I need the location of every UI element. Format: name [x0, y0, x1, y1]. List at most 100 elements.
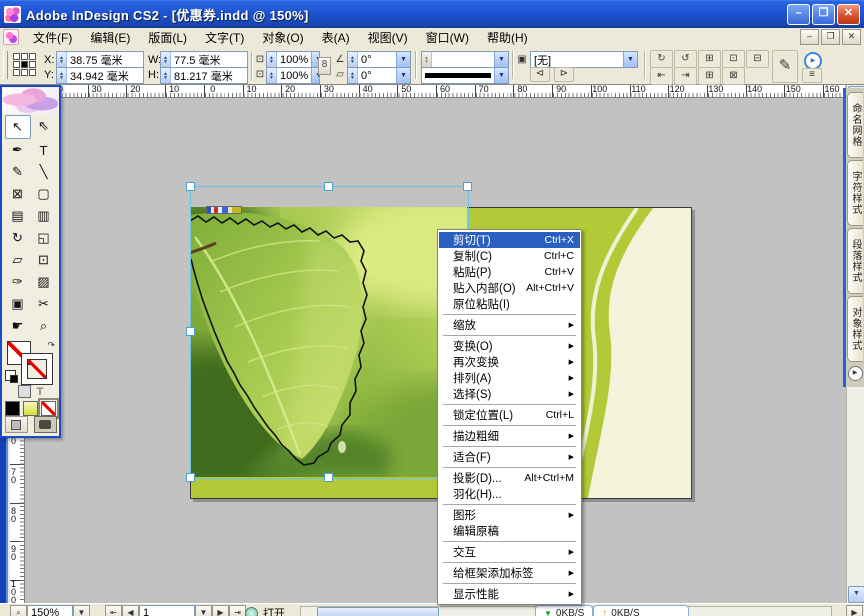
context-menu-item[interactable]: 交互▶ — [439, 544, 580, 560]
last-page-button[interactable]: ⇥ — [229, 605, 246, 616]
x-spinner[interactable]: ▲▼ — [57, 52, 67, 67]
x-field[interactable]: ▲▼38.75 毫米 — [56, 51, 144, 68]
context-menu-item[interactable]: 给框架添加标签▶ — [439, 565, 580, 581]
pen-tool-icon[interactable]: ✒ — [5, 139, 31, 161]
scroll-down-arrow[interactable]: ▼ — [848, 586, 864, 603]
apply-none-button[interactable] — [41, 401, 56, 416]
first-page-button[interactable]: ⇤ — [105, 605, 122, 616]
shear-tool-icon[interactable]: ▱ — [5, 249, 31, 271]
context-menu-item[interactable]: 图形▶ — [439, 507, 580, 523]
context-menu-item[interactable]: 变换(O)▶ — [439, 338, 580, 354]
rotation-field[interactable]: ▲▼0°▼ — [347, 51, 411, 68]
free-transform-tool-icon[interactable]: ⊡ — [31, 249, 57, 271]
transform-again-button[interactable]: ↻ — [650, 50, 673, 68]
doc-restore-button[interactable]: ❐ — [821, 29, 840, 45]
center-content-button[interactable]: ⊟ — [746, 50, 769, 68]
context-menu-item[interactable]: 粘贴(P)Ctrl+V — [439, 264, 580, 280]
frame-tool-icon[interactable]: ⊠ — [5, 183, 31, 205]
dock-tab[interactable]: 命名网格 — [847, 92, 863, 158]
dock-tab[interactable]: 对象样式 — [847, 296, 863, 362]
palette-menu-button[interactable]: ≡ — [802, 68, 822, 83]
eyedropper-tool-icon[interactable]: ✑ — [5, 271, 31, 293]
context-menu-item[interactable]: 投影(D)...Alt+Ctrl+M — [439, 470, 580, 486]
stroke-type-field[interactable]: ▼ — [421, 67, 509, 84]
stroke-weight-field[interactable]: ▲▼▼ — [421, 51, 509, 68]
palette-grip[interactable] — [3, 51, 8, 79]
constrain-proportions-link-icon[interactable]: 8 — [318, 57, 331, 75]
h-field[interactable]: ▲▼81.217 毫米 — [160, 67, 248, 84]
transform-sequence-button[interactable]: ↺ — [674, 50, 697, 68]
dock-tab[interactable]: 字符样式 — [847, 160, 863, 226]
hand-tool-icon[interactable]: ☛ — [5, 315, 31, 337]
context-menu-item[interactable]: 编辑原稿 — [439, 523, 580, 539]
h-spinner[interactable]: ▲▼ — [161, 68, 171, 83]
pencil-tool-icon[interactable]: ✎ — [5, 161, 31, 183]
rectangle-tool-icon[interactable]: ▢ — [31, 183, 57, 205]
horizontal-ruler[interactable]: 4030201001020304050607080901001101201301… — [24, 84, 845, 98]
distribute-button[interactable]: ⇥ — [674, 67, 697, 85]
dock-tab[interactable]: 段落样式 — [847, 228, 863, 294]
context-menu-item[interactable]: 描边粗细▶ — [439, 428, 580, 444]
formatting-affects-container-button[interactable] — [18, 385, 31, 398]
button-tool-icon[interactable]: ▣ — [5, 293, 31, 315]
scale-x-field[interactable]: ▲▼100%▼ — [266, 51, 320, 68]
formatting-affects-text-button[interactable]: T — [37, 386, 44, 398]
context-menu-item[interactable]: 贴入内部(O)Alt+Ctrl+V — [439, 280, 580, 296]
direct-selection-tool-icon[interactable]: ⇖ — [31, 115, 57, 137]
context-menu-item[interactable]: 显示性能▶ — [439, 586, 580, 602]
w-spinner[interactable]: ▲▼ — [161, 52, 171, 67]
menubar-item[interactable]: 版面(L) — [139, 27, 196, 48]
preflight-status-icon[interactable] — [245, 607, 258, 616]
selection-frame[interactable] — [190, 186, 469, 479]
shear-dropdown-arrow[interactable]: ▼ — [396, 68, 410, 83]
selection-tool-icon[interactable]: ↖ — [5, 115, 31, 139]
context-menu-item[interactable]: 再次变换▶ — [439, 354, 580, 370]
menubar-item[interactable]: 视图(V) — [359, 27, 417, 48]
horizontal-scroll-thumb[interactable] — [317, 607, 439, 616]
swap-fill-stroke-icon[interactable]: ↷ — [47, 340, 55, 351]
dock-expand-button[interactable]: ▶ — [848, 366, 863, 381]
context-menu-item[interactable]: 选择(S)▶ — [439, 386, 580, 402]
rotation-dropdown-arrow[interactable]: ▼ — [396, 52, 410, 67]
prev-page-button[interactable]: ◀ — [122, 605, 139, 616]
menubar-item[interactable]: 对象(O) — [253, 27, 312, 48]
zoom-level-field[interactable]: 150% — [27, 605, 73, 616]
zoom-status-icon[interactable]: ⌕ — [10, 605, 27, 616]
page-number-field[interactable]: 1 — [139, 605, 195, 616]
minimize-button[interactable]: – — [787, 4, 810, 25]
w-field[interactable]: ▲▼77.5 毫米 — [160, 51, 248, 68]
object-style-dropdown-arrow[interactable]: ▼ — [623, 52, 637, 67]
doc-minimize-button[interactable]: – — [800, 29, 819, 45]
next-page-button[interactable]: ▶ — [212, 605, 229, 616]
stroke-type-dropdown-arrow[interactable]: ▼ — [494, 68, 508, 83]
zoom-tool-icon[interactable]: ⌕ — [31, 315, 57, 337]
menubar-item[interactable]: 文字(T) — [196, 27, 253, 48]
y-field[interactable]: ▲▼34.942 毫米 — [56, 67, 144, 84]
stroke-weight-dropdown-arrow[interactable]: ▼ — [494, 52, 508, 67]
menubar-item[interactable]: 帮助(H) — [478, 27, 537, 48]
reference-point-proxy[interactable] — [12, 52, 37, 77]
menubar-item[interactable]: 表(A) — [313, 27, 359, 48]
close-button[interactable]: ✕ — [837, 4, 860, 25]
line-tool-icon[interactable]: ╲ — [31, 161, 57, 183]
context-menu-item[interactable]: 排列(A)▶ — [439, 370, 580, 386]
break-link-to-style-button[interactable]: ⊲ — [530, 67, 550, 82]
shear-field[interactable]: ▲▼0°▼ — [347, 67, 411, 84]
selection-handle[interactable] — [324, 182, 333, 191]
context-menu-item[interactable]: 缩放▶ — [439, 317, 580, 333]
scale-y-field[interactable]: ▲▼100%▼ — [266, 67, 320, 84]
fill-frame-proportionally-button[interactable]: ⊠ — [722, 67, 745, 85]
preview-view-button[interactable] — [34, 416, 57, 433]
menubar-item[interactable]: 编辑(E) — [81, 27, 139, 48]
doc-close-button[interactable]: ✕ — [842, 29, 861, 45]
object-style-field[interactable]: [无]▼ — [530, 51, 638, 68]
scissors-tool-icon[interactable]: ✂ — [31, 293, 57, 315]
scroll-right-arrow[interactable]: ▶ — [846, 605, 863, 616]
rotate-tool-icon[interactable]: ↻ — [5, 227, 31, 249]
y-spinner[interactable]: ▲▼ — [57, 68, 67, 83]
fit-content-to-frame-button[interactable]: ⊞ — [698, 50, 721, 68]
selection-handle[interactable] — [324, 473, 333, 482]
menubar-item[interactable]: 文件(F) — [24, 27, 81, 48]
page-dropdown-arrow[interactable]: ▼ — [195, 605, 212, 616]
selection-handle[interactable] — [186, 327, 195, 336]
